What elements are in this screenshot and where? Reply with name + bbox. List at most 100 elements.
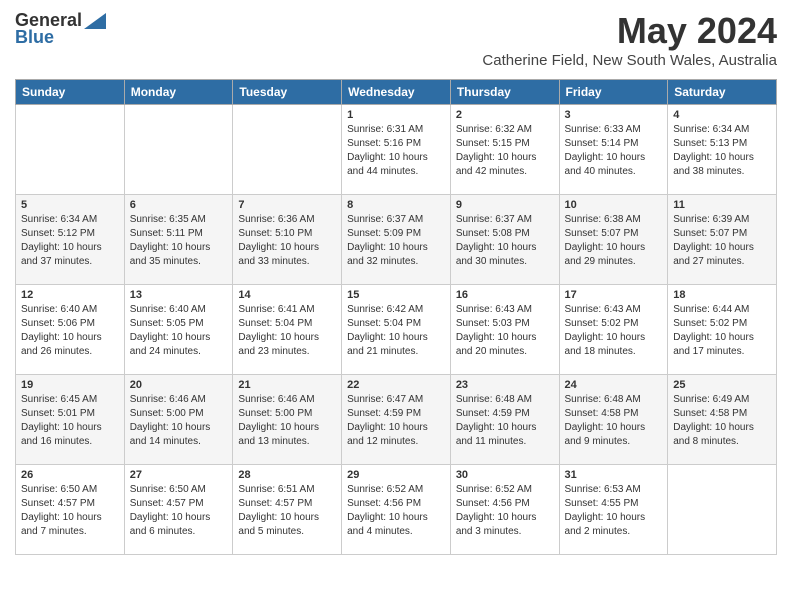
calendar-cell: 3 Sunrise: 6:33 AM Sunset: 5:14 PM Daylig… (559, 105, 668, 195)
calendar-header: SundayMondayTuesdayWednesdayThursdayFrid… (16, 80, 777, 105)
day-header-thursday: Thursday (450, 80, 559, 105)
calendar-cell: 2Sunrise: 6:32 AM Sunset: 5:15 PM Daylig… (450, 105, 559, 195)
day-number: 26 (21, 469, 119, 481)
day-number: 29 (347, 469, 445, 481)
day-number: 5 (21, 199, 119, 211)
calendar-cell: 26 Sunrise: 6:50 AM Sunset: 4:57 PM Dayli… (16, 465, 125, 555)
day-info: Sunrise: 6:46 AM Sunset: 5:00 PM Dayligh… (238, 393, 336, 449)
day-info: Sunrise: 6:49 AM Sunset: 4:58 PM Dayligh… (673, 393, 771, 449)
calendar-cell (16, 105, 125, 195)
day-number: 15 (347, 289, 445, 301)
calendar-cell: 11 Sunrise: 6:39 AM Sunset: 5:07 PM Dayli… (668, 195, 777, 285)
logo-icon (84, 13, 106, 29)
day-number: 28 (238, 469, 336, 481)
day-info: Sunrise: 6:44 AM Sunset: 5:02 PM Dayligh… (673, 303, 771, 359)
day-info: Sunrise: 6:37 AM Sunset: 5:08 PM Dayligh… (456, 213, 554, 269)
day-number: 24 (565, 379, 663, 391)
page-header: General Blue May 2024 Catherine Field, N… (15, 10, 777, 75)
day-number: 20 (130, 379, 228, 391)
day-header-monday: Monday (124, 80, 233, 105)
calendar-week-1: 1 Sunrise: 6:31 AM Sunset: 5:16 PM Daylig… (16, 105, 777, 195)
day-number: 19 (21, 379, 119, 391)
day-info: Sunrise: 6:37 AM Sunset: 5:09 PM Dayligh… (347, 213, 445, 269)
day-number: 6 (130, 199, 228, 211)
day-number: 9 (456, 199, 554, 211)
day-number: 21 (238, 379, 336, 391)
calendar-week-4: 19 Sunrise: 6:45 AM Sunset: 5:01 PM Dayli… (16, 375, 777, 465)
calendar-cell: 16 Sunrise: 6:43 AM Sunset: 5:03 PM Dayli… (450, 285, 559, 375)
day-header-wednesday: Wednesday (342, 80, 451, 105)
day-info: Sunrise: 6:43 AM Sunset: 5:02 PM Dayligh… (565, 303, 663, 359)
calendar-cell: 20 Sunrise: 6:46 AM Sunset: 5:00 PM Dayli… (124, 375, 233, 465)
calendar-cell: 13 Sunrise: 6:40 AM Sunset: 5:05 PM Dayli… (124, 285, 233, 375)
calendar-cell: 24 Sunrise: 6:48 AM Sunset: 4:58 PM Dayli… (559, 375, 668, 465)
calendar-cell (668, 465, 777, 555)
calendar-cell: 6 Sunrise: 6:35 AM Sunset: 5:11 PM Daylig… (124, 195, 233, 285)
day-info: Sunrise: 6:43 AM Sunset: 5:03 PM Dayligh… (456, 303, 554, 359)
day-number: 14 (238, 289, 336, 301)
day-number: 13 (130, 289, 228, 301)
location-subtitle: Catherine Field, New South Wales, Austra… (482, 52, 777, 69)
day-info: Sunrise: 6:50 AM Sunset: 4:57 PM Dayligh… (21, 483, 119, 539)
day-info: Sunrise: 6:35 AM Sunset: 5:11 PM Dayligh… (130, 213, 228, 269)
calendar-cell: 17Sunrise: 6:43 AM Sunset: 5:02 PM Dayli… (559, 285, 668, 375)
day-info: Sunrise: 6:46 AM Sunset: 5:00 PM Dayligh… (130, 393, 228, 449)
day-number: 18 (673, 289, 771, 301)
calendar-cell: 31Sunrise: 6:53 AM Sunset: 4:55 PM Dayli… (559, 465, 668, 555)
day-info: Sunrise: 6:33 AM Sunset: 5:14 PM Dayligh… (565, 123, 663, 179)
calendar-cell (233, 105, 342, 195)
day-number: 30 (456, 469, 554, 481)
day-number: 11 (673, 199, 771, 211)
day-info: Sunrise: 6:34 AM Sunset: 5:12 PM Dayligh… (21, 213, 119, 269)
calendar-cell: 22 Sunrise: 6:47 AM Sunset: 4:59 PM Dayli… (342, 375, 451, 465)
calendar-cell: 7 Sunrise: 6:36 AM Sunset: 5:10 PM Daylig… (233, 195, 342, 285)
calendar-week-2: 5 Sunrise: 6:34 AM Sunset: 5:12 PM Daylig… (16, 195, 777, 285)
day-info: Sunrise: 6:41 AM Sunset: 5:04 PM Dayligh… (238, 303, 336, 359)
logo-blue: Blue (15, 27, 54, 48)
day-info: Sunrise: 6:34 AM Sunset: 5:13 PM Dayligh… (673, 123, 771, 179)
day-info: Sunrise: 6:47 AM Sunset: 4:59 PM Dayligh… (347, 393, 445, 449)
day-info: Sunrise: 6:38 AM Sunset: 5:07 PM Dayligh… (565, 213, 663, 269)
day-number: 22 (347, 379, 445, 391)
calendar-cell: 12Sunrise: 6:40 AM Sunset: 5:06 PM Dayli… (16, 285, 125, 375)
calendar-cell: 23 Sunrise: 6:48 AM Sunset: 4:59 PM Dayli… (450, 375, 559, 465)
calendar-cell: 1 Sunrise: 6:31 AM Sunset: 5:16 PM Daylig… (342, 105, 451, 195)
day-number: 3 (565, 109, 663, 121)
day-info: Sunrise: 6:31 AM Sunset: 5:16 PM Dayligh… (347, 123, 445, 179)
calendar-cell: 4Sunrise: 6:34 AM Sunset: 5:13 PM Daylig… (668, 105, 777, 195)
day-number: 25 (673, 379, 771, 391)
calendar-cell: 8 Sunrise: 6:37 AM Sunset: 5:09 PM Daylig… (342, 195, 451, 285)
calendar-cell: 9 Sunrise: 6:37 AM Sunset: 5:08 PM Daylig… (450, 195, 559, 285)
day-number: 7 (238, 199, 336, 211)
day-info: Sunrise: 6:48 AM Sunset: 4:59 PM Dayligh… (456, 393, 554, 449)
day-info: Sunrise: 6:48 AM Sunset: 4:58 PM Dayligh… (565, 393, 663, 449)
day-number: 27 (130, 469, 228, 481)
day-number: 23 (456, 379, 554, 391)
calendar-week-3: 12Sunrise: 6:40 AM Sunset: 5:06 PM Dayli… (16, 285, 777, 375)
calendar-cell: 30 Sunrise: 6:52 AM Sunset: 4:56 PM Dayli… (450, 465, 559, 555)
day-number: 31 (565, 469, 663, 481)
day-info: Sunrise: 6:45 AM Sunset: 5:01 PM Dayligh… (21, 393, 119, 449)
day-header-sunday: Sunday (16, 80, 125, 105)
calendar-cell: 10 Sunrise: 6:38 AM Sunset: 5:07 PM Dayli… (559, 195, 668, 285)
calendar-body: 1 Sunrise: 6:31 AM Sunset: 5:16 PM Daylig… (16, 105, 777, 555)
calendar-cell: 15Sunrise: 6:42 AM Sunset: 5:04 PM Dayli… (342, 285, 451, 375)
day-header-saturday: Saturday (668, 80, 777, 105)
calendar-cell: 29 Sunrise: 6:52 AM Sunset: 4:56 PM Dayli… (342, 465, 451, 555)
calendar-cell: 28Sunrise: 6:51 AM Sunset: 4:57 PM Dayli… (233, 465, 342, 555)
day-info: Sunrise: 6:39 AM Sunset: 5:07 PM Dayligh… (673, 213, 771, 269)
day-info: Sunrise: 6:40 AM Sunset: 5:05 PM Dayligh… (130, 303, 228, 359)
day-number: 8 (347, 199, 445, 211)
day-info: Sunrise: 6:52 AM Sunset: 4:56 PM Dayligh… (456, 483, 554, 539)
day-number: 16 (456, 289, 554, 301)
calendar-cell: 25 Sunrise: 6:49 AM Sunset: 4:58 PM Dayli… (668, 375, 777, 465)
calendar-cell: 21 Sunrise: 6:46 AM Sunset: 5:00 PM Dayli… (233, 375, 342, 465)
day-number: 1 (347, 109, 445, 121)
calendar-cell: 19 Sunrise: 6:45 AM Sunset: 5:01 PM Dayli… (16, 375, 125, 465)
day-info: Sunrise: 6:52 AM Sunset: 4:56 PM Dayligh… (347, 483, 445, 539)
calendar-cell: 14 Sunrise: 6:41 AM Sunset: 5:04 PM Dayli… (233, 285, 342, 375)
day-number: 10 (565, 199, 663, 211)
calendar-week-5: 26 Sunrise: 6:50 AM Sunset: 4:57 PM Dayli… (16, 465, 777, 555)
day-info: Sunrise: 6:50 AM Sunset: 4:57 PM Dayligh… (130, 483, 228, 539)
day-info: Sunrise: 6:36 AM Sunset: 5:10 PM Dayligh… (238, 213, 336, 269)
